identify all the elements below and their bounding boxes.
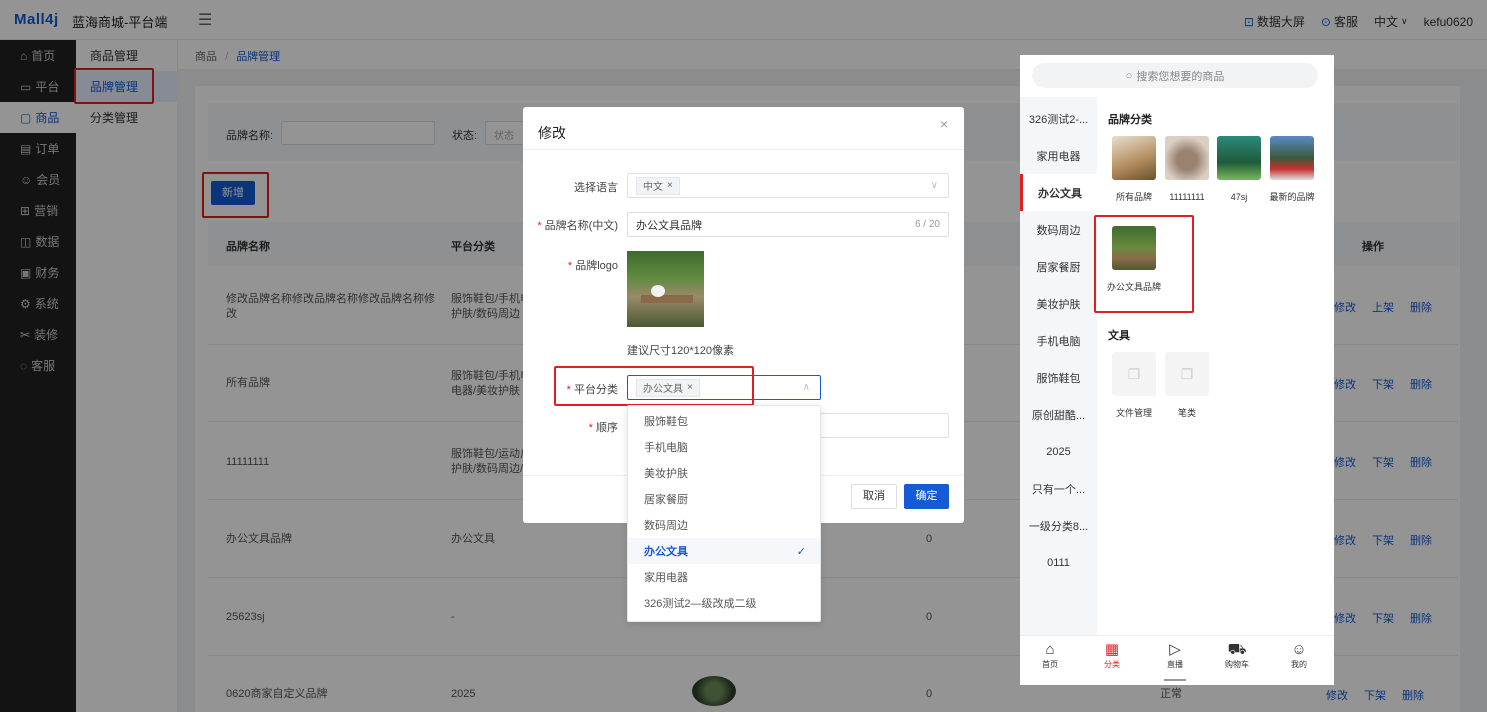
brand-image[interactable] xyxy=(1217,136,1261,180)
home-indicator xyxy=(1164,679,1186,681)
lang-tag: 中文 × xyxy=(636,176,680,195)
sub-item-name: 笔类 xyxy=(1177,408,1196,418)
mobile-category[interactable]: 居家餐厨 xyxy=(1020,248,1097,285)
brand-name-value: 办公文具品牌 xyxy=(636,219,702,232)
brand-name: 11111111 xyxy=(1169,192,1205,202)
placeholder-image-icon[interactable]: ❐ xyxy=(1165,352,1209,396)
logo-label: * 品牌logo xyxy=(567,260,618,272)
highlight-box xyxy=(1094,215,1194,313)
chevron-up-icon: ∧ xyxy=(802,382,810,393)
chevron-down-icon: ∨ xyxy=(930,180,938,191)
user-icon: ☺ xyxy=(1291,641,1307,658)
dialog-title: 修改 xyxy=(538,125,566,141)
play-icon: ▷ xyxy=(1169,641,1181,658)
confirm-button[interactable]: 确定 xyxy=(904,484,949,509)
brand-logo-image[interactable] xyxy=(627,251,704,327)
lang-label: 选择语言 xyxy=(574,182,618,194)
mobile-category-active[interactable]: 办公文具 xyxy=(1020,174,1097,211)
mobile-category-list: 326测试2-... 家用电器 办公文具 数码周边 居家餐厨 美妆护肤 手机电脑… xyxy=(1020,97,1097,635)
grid-icon: ▦ xyxy=(1104,641,1120,658)
mobile-category[interactable]: 2025 xyxy=(1020,433,1097,470)
mobile-search[interactable]: ○ 搜索您想要的商品 xyxy=(1032,63,1318,88)
brand-name: 最新的品牌 xyxy=(1269,192,1315,202)
dropdown-option[interactable]: 家用电器 xyxy=(628,564,820,590)
brand-image[interactable] xyxy=(1165,136,1209,180)
dropdown-option[interactable]: 服饰鞋包 xyxy=(628,408,820,434)
sort-label: * 顺序 xyxy=(588,422,618,434)
tab-category[interactable]: ▦ 分类 xyxy=(1092,641,1132,670)
dropdown-option[interactable]: 数码周边 xyxy=(628,512,820,538)
mobile-category[interactable]: 服饰鞋包 xyxy=(1020,359,1097,396)
brand-section-title: 品牌分类 xyxy=(1108,114,1152,126)
mobile-category[interactable]: 326测试2-... xyxy=(1020,100,1097,137)
highlight-box xyxy=(554,366,754,406)
brand-name: 47sj xyxy=(1230,192,1248,202)
brand-name-cn-input[interactable]: 办公文具品牌 6 / 20 xyxy=(627,212,949,237)
dialog-divider xyxy=(523,149,964,150)
mobile-category[interactable]: 0111 xyxy=(1020,544,1097,581)
mobile-category[interactable]: 美妆护肤 xyxy=(1020,285,1097,322)
check-icon: ✓ xyxy=(796,545,806,558)
brand-name: 所有品牌 xyxy=(1115,192,1152,202)
tab-home[interactable]: ⌂ 首页 xyxy=(1030,641,1070,670)
logo-hint: 建议尺寸120*120像素 xyxy=(627,345,734,357)
mobile-category[interactable]: 手机电脑 xyxy=(1020,322,1097,359)
char-counter: 6 / 20 xyxy=(914,219,940,230)
language-select[interactable]: 中文 × ∨ xyxy=(627,173,949,198)
dropdown-option[interactable]: 美妆护肤 xyxy=(628,460,820,486)
sub-section-title: 文具 xyxy=(1108,330,1130,342)
category-dropdown: 服饰鞋包 手机电脑 美妆护肤 居家餐厨 数码周边 办公文具 ✓ 家用电器 326测… xyxy=(627,405,821,622)
placeholder-image-icon[interactable]: ❐ xyxy=(1112,352,1156,396)
sub-item-name: 文件管理 xyxy=(1115,408,1152,418)
cancel-button[interactable]: 取消 xyxy=(851,484,897,509)
close-icon[interactable]: × xyxy=(940,116,948,132)
mobile-category[interactable]: 数码周边 xyxy=(1020,211,1097,248)
sort-input[interactable] xyxy=(820,413,949,438)
mobile-category[interactable]: 一级分类8... xyxy=(1020,507,1097,544)
home-icon: ⌂ xyxy=(1045,641,1055,658)
mobile-search-placeholder: 搜索您想要的商品 xyxy=(1136,70,1225,83)
dropdown-option[interactable]: 326测试2—级改成二级 xyxy=(628,590,820,616)
tab-live[interactable]: ▷ 直播 xyxy=(1155,641,1195,670)
tag-close-icon[interactable]: × xyxy=(667,180,673,191)
dropdown-option-selected[interactable]: 办公文具 ✓ xyxy=(628,538,820,564)
dropdown-option[interactable]: 手机电脑 xyxy=(628,434,820,460)
search-icon: ○ xyxy=(1125,69,1133,82)
tab-cart[interactable]: ⛟ 购物车 xyxy=(1217,641,1257,670)
cart-icon: ⛟ xyxy=(1227,641,1247,658)
dropdown-option[interactable]: 居家餐厨 xyxy=(628,486,820,512)
brand-image[interactable] xyxy=(1270,136,1314,180)
brand-name-cn-label: * 品牌名称(中文) xyxy=(537,220,618,232)
brand-image[interactable] xyxy=(1112,136,1156,180)
mobile-category[interactable]: 家用电器 xyxy=(1020,137,1097,174)
tab-mine[interactable]: ☺ 我的 xyxy=(1279,641,1319,670)
mobile-category[interactable]: 原创甜酷... xyxy=(1020,396,1097,433)
mobile-category[interactable]: 只有一个... xyxy=(1020,470,1097,507)
